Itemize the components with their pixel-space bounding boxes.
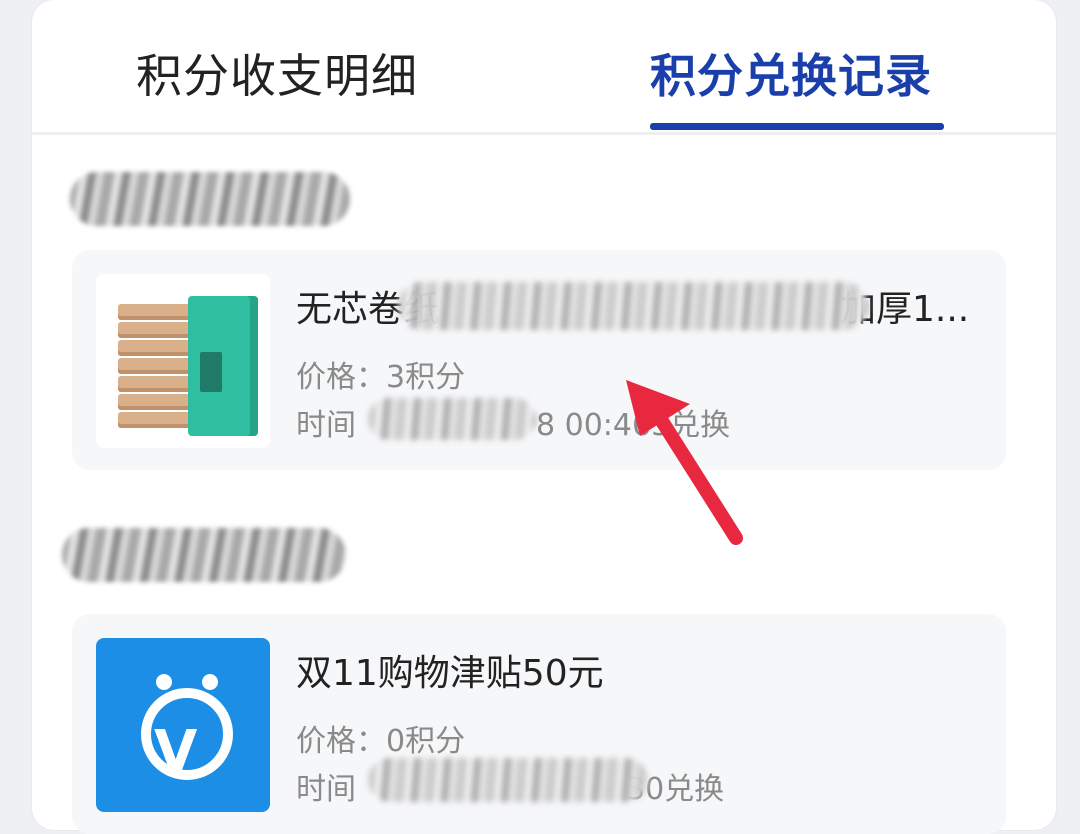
redaction-blur [368,398,536,440]
redacted-date-header [70,172,350,226]
shopping-app-icon: V [96,638,270,812]
tab-bar: 积分收支明细 积分兑换记录 [32,0,1056,135]
redaction-blur [368,758,648,802]
toilet-paper-product-icon [96,274,270,448]
redeem-panel: 积分收支明细 积分兑换记录 无芯卷纸 加厚1... 价格：3积分 时间 8 00:4… [32,0,1056,834]
redaction-blur [398,282,868,330]
active-tab-indicator [650,123,944,130]
tab-income-expense[interactable]: 积分收支明细 [136,40,418,106]
record-title: 双11购物津贴50元 [296,653,604,694]
redacted-date-header [62,528,346,582]
record-price: 价格：3积分 [296,360,466,395]
record-price: 价格：0积分 [296,724,466,759]
tab-redeem-records[interactable]: 积分兑换记录 [650,40,932,106]
